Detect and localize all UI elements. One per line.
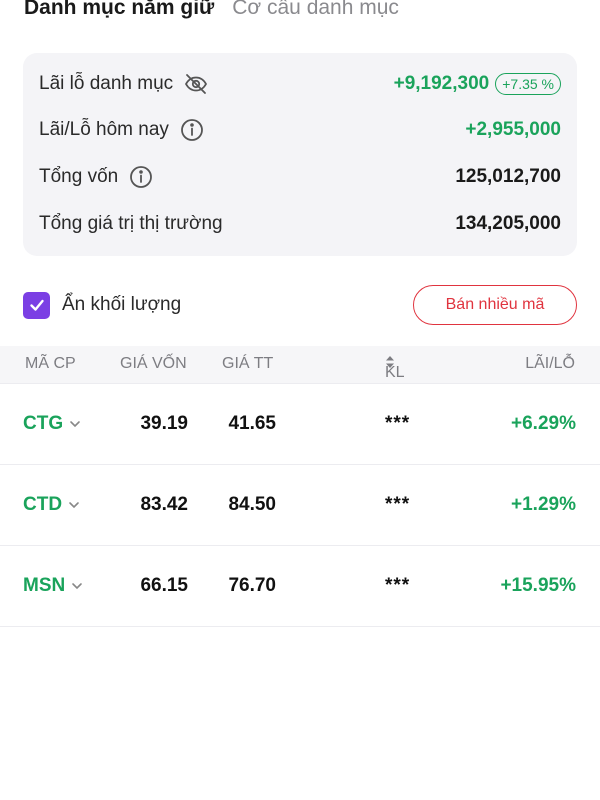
header-cost: GIÁ VỐN xyxy=(120,355,187,372)
stock-code-label: CTG xyxy=(23,413,64,434)
header-code: MÃ CP xyxy=(25,355,76,372)
table-row[interactable]: CTD 83.42 84.50 *** +1.29% xyxy=(0,465,600,546)
capital-value: 125,012,700 xyxy=(455,166,561,187)
stock-code[interactable]: MSN xyxy=(23,574,83,598)
volume-masked: *** xyxy=(385,575,411,596)
holdings-table-header: MÃ CP GIÁ VỐN GIÁ TT KL LÃI/LỖ xyxy=(0,346,600,384)
pnl-percent-badge: +7.35 % xyxy=(495,73,561,95)
check-icon xyxy=(29,299,44,311)
market-price: 41.65 xyxy=(228,413,276,434)
cost-price: 39.19 xyxy=(140,413,188,434)
market-price: 84.50 xyxy=(228,494,276,515)
market-label: Tổng giá trị thị trường xyxy=(39,213,223,234)
summary-today-row: Lãi/Lỗ hôm nay +2,955,000 xyxy=(39,115,561,145)
volume-masked: *** xyxy=(385,494,411,515)
pnl-percent: +15.95% xyxy=(500,575,576,596)
cost-price: 83.42 xyxy=(140,494,188,515)
today-label: Lãi/Lỗ hôm nay xyxy=(39,119,169,140)
today-value: +2,955,000 xyxy=(465,119,561,140)
stock-code-label: CTD xyxy=(23,494,63,515)
table-row[interactable]: CTG 39.19 41.65 *** +6.29% xyxy=(0,384,600,465)
tab-holdings[interactable]: Danh mục nắm giữ xyxy=(24,0,214,22)
pnl-percent: +1.29% xyxy=(511,494,576,515)
chevron-down-icon xyxy=(70,421,80,428)
portfolio-tabs: Danh mục nắm giữ Cơ cấu danh mục xyxy=(24,0,399,28)
pnl-value: +9,192,300 xyxy=(393,73,490,94)
summary-capital-row: Tổng vốn 125,012,700 xyxy=(39,162,561,192)
eye-off-icon[interactable] xyxy=(183,71,209,97)
hide-volume-label: Ẩn khối lượng xyxy=(62,294,182,315)
header-volume-sort[interactable]: KL xyxy=(385,355,405,381)
cost-price: 66.15 xyxy=(140,575,188,596)
hide-volume-toggle[interactable]: Ẩn khối lượng xyxy=(23,291,182,319)
portfolio-summary-card: Lãi lỗ danh mục +9,192,300 +7.35 % Lãi/L… xyxy=(23,53,577,256)
pnl-percent: +6.29% xyxy=(511,413,576,434)
stock-code[interactable]: CTG xyxy=(23,412,81,436)
stock-code[interactable]: CTD xyxy=(23,493,80,517)
chevron-down-icon xyxy=(72,583,83,590)
info-icon[interactable] xyxy=(179,117,205,143)
market-value: 134,205,000 xyxy=(455,213,561,234)
header-market: GIÁ TT xyxy=(222,355,274,372)
tab-allocation[interactable]: Cơ cấu danh mục xyxy=(232,0,399,22)
summary-pnl-row: Lãi lỗ danh mục +9,192,300 +7.35 % xyxy=(39,69,561,99)
summary-market-row: Tổng giá trị thị trường 134,205,000 xyxy=(39,209,561,239)
stock-code-label: MSN xyxy=(23,575,66,596)
market-price: 76.70 xyxy=(228,575,276,596)
table-row[interactable]: MSN 66.15 76.70 *** +15.95% xyxy=(0,546,600,627)
options-row: Ẩn khối lượng Bán nhiều mã xyxy=(23,285,577,325)
sell-many-button[interactable]: Bán nhiều mã xyxy=(413,285,577,325)
header-volume: KL xyxy=(385,364,405,381)
pnl-label: Lãi lỗ danh mục xyxy=(39,73,174,94)
chevron-down-icon xyxy=(69,502,79,509)
info-icon[interactable] xyxy=(128,164,154,190)
volume-masked: *** xyxy=(385,413,411,434)
hide-volume-checkbox[interactable] xyxy=(23,291,50,319)
capital-label: Tổng vốn xyxy=(39,166,119,187)
header-pnl: LÃI/LỖ xyxy=(525,355,575,372)
